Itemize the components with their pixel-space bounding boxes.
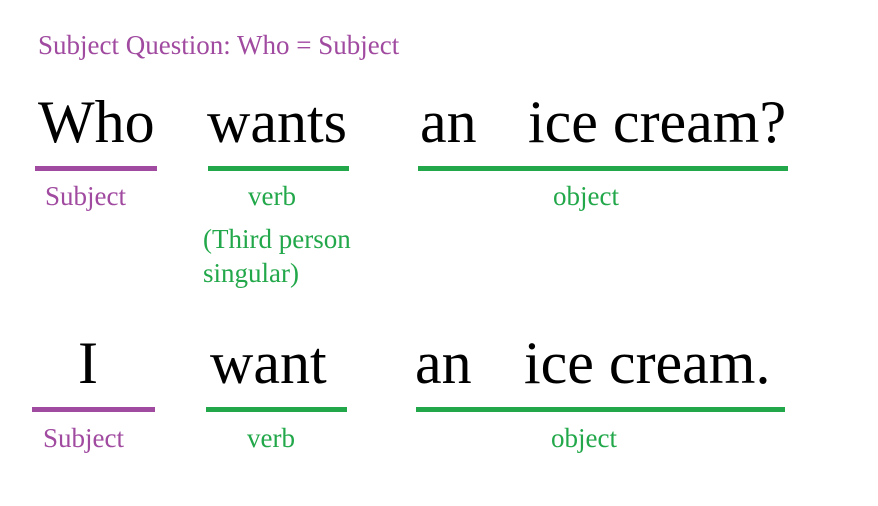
question-verb-label: verb (248, 181, 296, 211)
verb-note-line-2: singular) (203, 257, 299, 288)
question-subject-label: Subject (45, 181, 126, 211)
question-verb-underline (208, 166, 349, 171)
diagram-title: Subject Question: Who = Subject (38, 30, 400, 60)
answer-object-label: object (551, 423, 617, 453)
question-word-an: an (420, 89, 477, 155)
answer-subject-underline (32, 407, 155, 412)
question-word-wants: wants (207, 89, 347, 155)
verb-note: (Third person singular) (203, 223, 351, 291)
question-object-underline (418, 166, 788, 171)
answer-verb-underline (206, 407, 347, 412)
answer-subject-label: Subject (43, 423, 124, 453)
question-word-ice-cream: ice cream? (528, 89, 787, 155)
answer-word-i: I (78, 330, 98, 396)
answer-word-an: an (415, 330, 472, 396)
answer-object-underline (416, 407, 785, 412)
verb-note-line-1: (Third person (203, 224, 351, 254)
answer-word-want: want (210, 330, 327, 396)
question-word-who: Who (38, 89, 155, 155)
question-subject-underline (35, 166, 157, 171)
answer-word-ice-cream: ice cream. (524, 330, 771, 396)
answer-verb-label: verb (247, 423, 295, 453)
question-object-label: object (553, 181, 619, 211)
